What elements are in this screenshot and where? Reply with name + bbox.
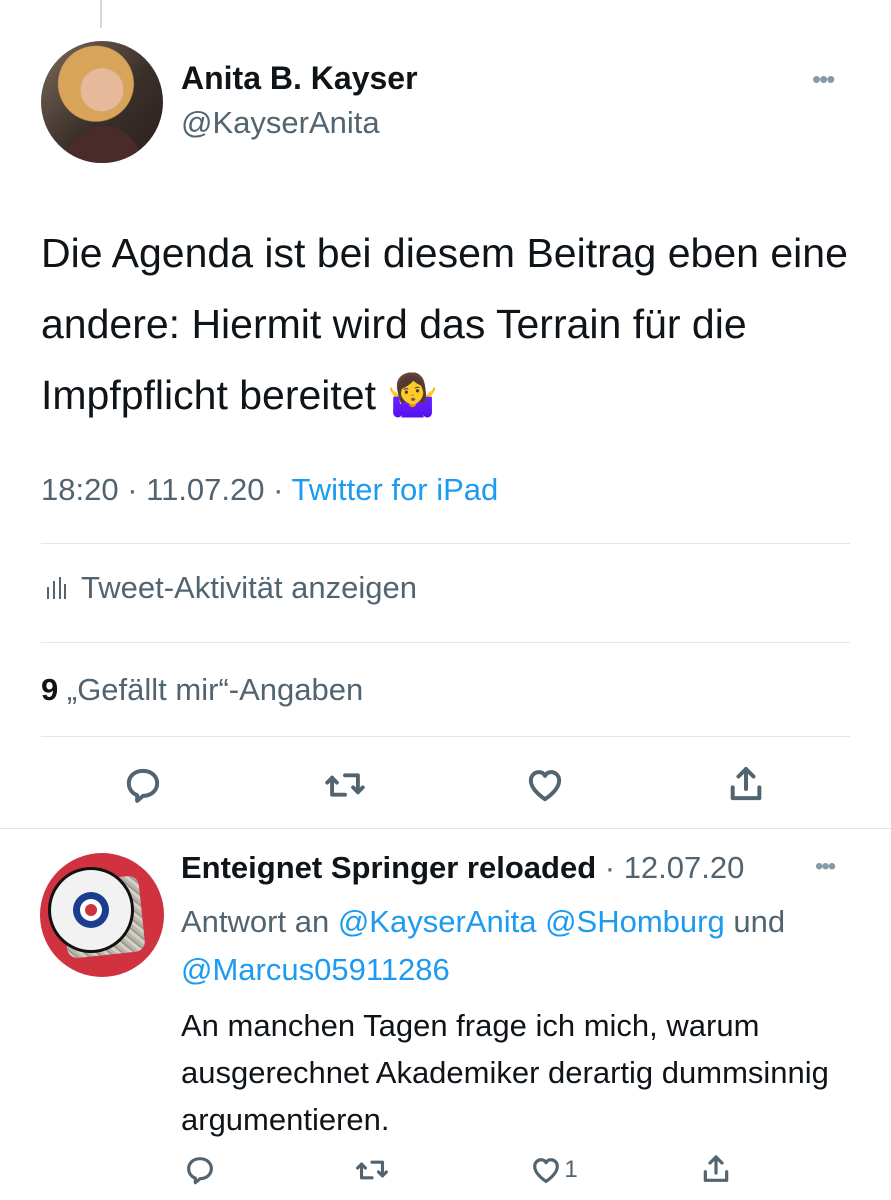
- tweet-source-link[interactable]: Twitter for iPad: [292, 472, 499, 507]
- retweet-icon: [356, 1160, 388, 1180]
- reply-to-line: Antwort an @KayserAnita @SHomburg und @M…: [181, 898, 831, 994]
- meta-separator: ·: [118, 472, 147, 507]
- tweet-meta: 18:20 · 11.07.20 · Twitter for iPad: [41, 472, 498, 508]
- reply-like-button[interactable]: 1: [524, 1152, 584, 1188]
- mention-link[interactable]: @KayserAnita: [338, 904, 537, 939]
- reply-more-options-icon[interactable]: •••: [815, 853, 836, 881]
- author-name[interactable]: Anita B. Kayser: [181, 60, 418, 97]
- retweet-icon: [325, 773, 365, 797]
- divider: [41, 642, 850, 643]
- activity-label: Tweet-Aktivität anzeigen: [81, 570, 418, 605]
- retweet-button[interactable]: [322, 762, 368, 808]
- heart-icon: [533, 1158, 560, 1183]
- reply-author-name[interactable]: Enteignet Springer reloaded: [181, 850, 596, 885]
- tweet-date: 11.07.20: [146, 472, 265, 507]
- reply-date[interactable]: 12.07.20: [624, 850, 745, 885]
- mention-link[interactable]: @SHomburg: [545, 904, 725, 939]
- springer-badge-icon: [48, 867, 134, 953]
- share-icon: [730, 767, 762, 801]
- reply-author-avatar[interactable]: [40, 853, 164, 977]
- reply-share-button[interactable]: [698, 1150, 734, 1188]
- reply-button[interactable]: [120, 762, 166, 808]
- author-avatar[interactable]: [41, 41, 163, 163]
- shrug-emoji: 🤷‍♀️: [387, 371, 439, 419]
- reply-reply-button[interactable]: [182, 1152, 218, 1188]
- likes-summary[interactable]: 9 „Gefällt mir“-Angaben: [41, 672, 363, 708]
- tweet-activity-link[interactable]: Tweet-Aktivität anzeigen: [45, 570, 417, 606]
- likes-count: 9: [41, 672, 59, 707]
- share-icon: [703, 1155, 729, 1182]
- thread-connector-line: [100, 0, 102, 28]
- meta-separator: ·: [264, 472, 292, 507]
- divider: [41, 543, 850, 544]
- divider: [41, 736, 850, 737]
- speech-bubble-icon: [126, 768, 160, 803]
- heart-icon: [528, 770, 562, 802]
- tweet-body: Die Agenda ist bei diesem Beitrag eben e…: [41, 230, 848, 418]
- reply-retweet-button[interactable]: [353, 1152, 391, 1188]
- reply-like-count: 1: [564, 1156, 578, 1183]
- reply-to-and: und: [733, 904, 786, 939]
- reply-to-prefix: Antwort an: [181, 904, 330, 939]
- like-button[interactable]: [522, 762, 568, 808]
- likes-label: „Gefällt mir“-Angaben: [66, 672, 364, 707]
- more-options-icon[interactable]: •••: [812, 64, 835, 95]
- author-handle[interactable]: @KayserAnita: [181, 105, 380, 141]
- tweet-time: 18:20: [41, 472, 119, 507]
- mention-link[interactable]: @Marcus05911286: [181, 952, 450, 987]
- section-divider: [0, 828, 891, 829]
- reply-separator: ·: [596, 850, 624, 885]
- share-button[interactable]: [723, 760, 769, 808]
- reply-header: Enteignet Springer reloaded · 12.07.20: [181, 850, 744, 886]
- reply-text: An manchen Tagen frage ich mich, warum a…: [181, 1008, 829, 1137]
- bar-chart-icon: [47, 577, 66, 599]
- tweet-text: Die Agenda ist bei diesem Beitrag eben e…: [41, 218, 861, 431]
- speech-bubble-icon: [187, 1157, 213, 1185]
